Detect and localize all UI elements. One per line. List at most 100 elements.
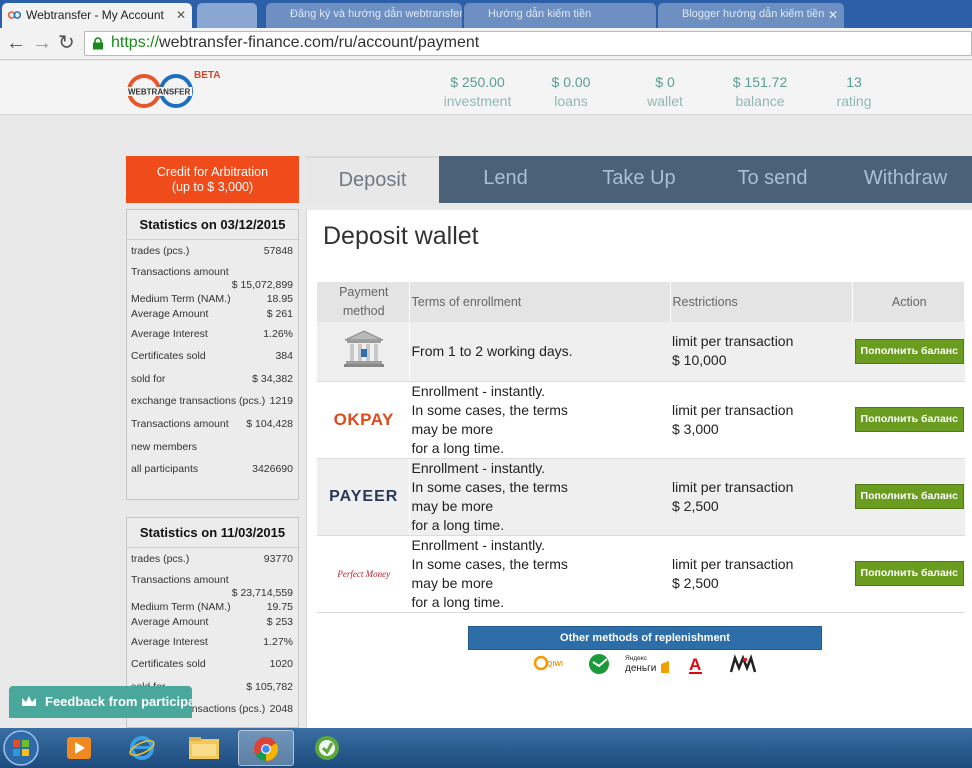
stat-row-value: $ 105,782 (246, 680, 293, 693)
stat-row: trades (pcs.) 57848 (127, 240, 298, 263)
credit-arbitration-button[interactable]: Credit for Arbitration (up to $ 3,000) (126, 156, 299, 203)
table-row: OKPAY Enrollment - instantly. In some ca… (317, 381, 965, 459)
taskbar-internet-explorer[interactable] (114, 730, 170, 766)
stat-row: all participants 3426690 (127, 458, 298, 481)
taskbar-explorer[interactable] (176, 730, 232, 766)
stat-row-value: 3426690 (252, 463, 293, 476)
tab-take-up[interactable]: Take Up (572, 156, 706, 203)
tab-deposit[interactable]: Deposit (306, 156, 439, 203)
lock-icon (93, 37, 103, 50)
tab-withdraw[interactable]: Withdraw (839, 156, 972, 203)
terms-cell: From 1 to 2 working days. (409, 322, 670, 382)
stat-row-value: $ 15,072,899 (231, 278, 293, 291)
stat-row-value: 1020 (269, 658, 293, 671)
stat-row: Average Interest 1.26% (127, 323, 298, 346)
stat-label: loans (554, 93, 588, 109)
stat-row: Certificates sold 384 (127, 345, 298, 368)
other-methods-button[interactable]: Other methods of replenishment (468, 626, 822, 650)
payment-method-cell: OKPAY (317, 381, 410, 459)
tab-lend[interactable]: Lend (439, 156, 572, 203)
close-tab-icon[interactable]: ✕ (828, 8, 838, 22)
browser-tab[interactable]: Blogger hướng dẫn kiếm tiền ✕ (658, 3, 844, 28)
windows-start-icon[interactable] (2, 729, 40, 767)
url-text: https://webtransfer-finance.com/ru/accou… (111, 34, 479, 52)
top-up-button[interactable]: Пополнить баланс (854, 407, 964, 432)
payment-method-cell: Perfect Money (317, 535, 410, 613)
top-up-button[interactable]: Пополнить баланс (854, 338, 964, 364)
sberbank-icon[interactable] (589, 654, 609, 674)
forward-icon[interactable]: → (32, 32, 52, 54)
browser-tab[interactable]: Hướng dẫn kiếm tiền (464, 3, 656, 28)
statistics-box: Statistics on 03/12/2015 trades (pcs.) 57… (126, 209, 299, 500)
webmoney-icon[interactable] (729, 654, 757, 673)
stat-rating: 13 rating (828, 73, 880, 111)
stat-row-label: Medium Term (NAM.) (131, 292, 231, 305)
terms-line: may be more (411, 497, 494, 514)
alfa-label: А (689, 655, 701, 674)
app-icon (315, 736, 339, 760)
action-cell: Пополнить баланс (852, 458, 965, 536)
yandex-label-2: деньги (625, 663, 656, 674)
okpay-logo: OKPAY (333, 409, 394, 429)
payment-method-cell: PAYEER (317, 458, 410, 536)
stat-row: Medium Term (NAM.) 19.75 (127, 600, 298, 615)
browser-tab[interactable]: Đăng ký và hướng dẫn webtransfer (266, 3, 462, 28)
stat-row-label: Transactions amount (131, 573, 229, 586)
stat-row: Transactions amount $ 23,714,559 (127, 571, 298, 600)
column-header-terms: Terms of enrollment (409, 282, 671, 322)
stat-value: $ 151.72 (732, 74, 788, 90)
stat-row: Transactions amount $ 15,072,899 (127, 263, 298, 292)
back-icon[interactable]: ← (6, 32, 26, 54)
stat-label: investment (443, 93, 512, 109)
qiwi-icon[interactable]: QIWI (533, 655, 563, 671)
table-row: PAYEER Enrollment - instantly. In some c… (317, 458, 965, 536)
stat-value: $ 0.00 (551, 74, 591, 90)
close-tab-icon[interactable]: ✕ (176, 8, 186, 22)
stat-row: Average Interest 1.27% (127, 631, 298, 654)
taskbar-chrome[interactable] (238, 730, 294, 766)
site-header: WEBTRANSFER BETA $ 250.00 investment $ 0… (0, 61, 972, 115)
tab-to-send[interactable]: To send (706, 156, 839, 203)
stat-row-label: Transactions amount (131, 417, 229, 430)
column-header-restrictions: Restrictions (670, 282, 853, 322)
stat-label: wallet (647, 93, 683, 109)
stat-investment: $ 250.00 investment (440, 73, 515, 111)
bank-icon (343, 330, 384, 367)
column-header-action: Action (852, 282, 965, 322)
feedback-button[interactable]: Feedback from participants (9, 686, 192, 718)
browser-tab-active[interactable]: Webtransfer - My Account ✕ (2, 3, 192, 28)
credit-line-2: (up to $ 3,000) (171, 180, 254, 194)
top-up-button[interactable]: Пополнить баланс (854, 484, 964, 509)
stat-row-value: $ 104,428 (246, 417, 293, 430)
internet-explorer-icon (129, 736, 155, 760)
browser-tab-bar: Webtransfer - My Account ✕ Đăng ký và hư… (0, 0, 972, 28)
stat-row-value: 384 (275, 350, 293, 363)
browser-tab-title: Webtransfer - My Account (26, 8, 164, 22)
account-tabs: Deposit Lend Take Up To send Withdraw (306, 156, 972, 203)
stat-loans: $ 0.00 loans (543, 73, 599, 111)
restriction-cell: limit per transaction $ 2,500 (670, 535, 852, 613)
feedback-label: Feedback from participants (45, 694, 192, 709)
stat-row: Medium Term (NAM.) 18.95 (127, 292, 298, 307)
top-up-button[interactable]: Пополнить баланс (854, 561, 964, 586)
action-cell: Пополнить баланс (852, 322, 965, 382)
browser-toolbar: ← → ↻ https://webtransfer-finance.com/ru… (0, 28, 972, 60)
restriction-line: limit per transaction (672, 401, 794, 418)
taskbar-media-player[interactable] (52, 730, 108, 766)
statistics-title: Statistics on 03/12/2015 (127, 210, 298, 240)
alfa-bank-icon[interactable]: А (689, 655, 702, 674)
payment-icons-row: QIWI Яндекс деньги А (533, 654, 757, 674)
new-tab-button[interactable] (197, 3, 257, 28)
media-player-icon (67, 737, 91, 759)
stat-row: trades (pcs.) 93770 (127, 548, 298, 571)
stat-row-label: Certificates sold (131, 658, 206, 671)
perfect-money-logo: Perfect Money (337, 569, 391, 579)
terms-line: may be more (411, 574, 494, 591)
yandex-money-icon[interactable]: Яндекс деньги (625, 655, 669, 674)
restriction-line: limit per transaction (672, 333, 794, 350)
taskbar-app[interactable] (300, 730, 356, 766)
reload-icon[interactable]: ↻ (58, 32, 75, 54)
stat-balance: $ 151.72 balance (724, 73, 796, 111)
restriction-line: limit per transaction (672, 555, 794, 572)
address-bar[interactable]: https://webtransfer-finance.com/ru/accou… (84, 31, 972, 56)
